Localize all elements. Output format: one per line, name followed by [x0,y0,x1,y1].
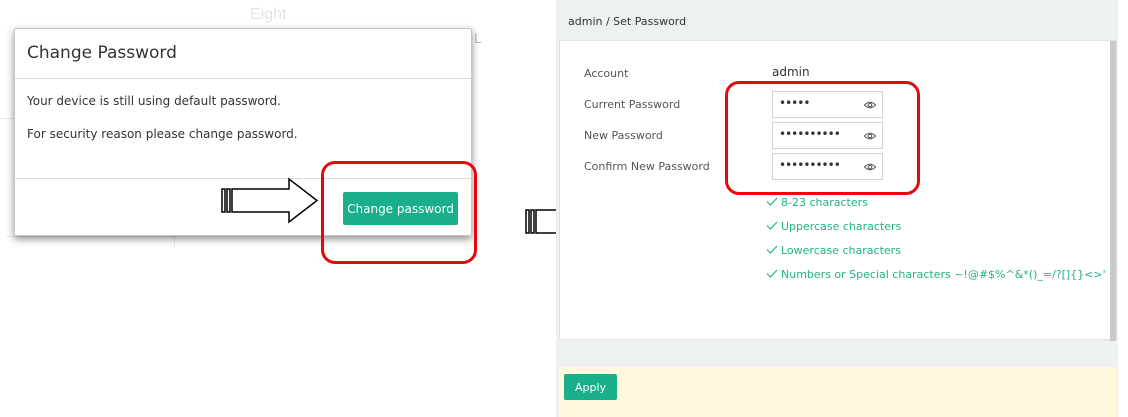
password-rule-text: Uppercase characters [781,220,902,233]
password-rule-text: Numbers or Special characters ~!@#$%^&*(… [781,268,1106,281]
arrow-right-icon [221,177,319,224]
apply-bar: Apply [559,367,1117,417]
dialog-title: Change Password [27,43,177,63]
highlight-box [321,161,477,264]
dialog-message: Your device is still using default passw… [27,94,281,108]
confirm-password-label: Confirm New Password [584,160,710,173]
password-rule: Uppercase characters [766,220,901,233]
scrollbar[interactable] [1110,41,1116,341]
apply-button[interactable]: Apply [564,374,617,400]
check-icon [766,269,778,278]
breadcrumb: admin / Set Password [568,15,687,28]
background-divider [6,236,176,237]
scrollbar-thumb[interactable] [1110,41,1116,341]
background-ghost-text: Eight [250,6,287,23]
password-rule: Numbers or Special characters ~!@#$%^&*(… [766,268,1106,281]
new-password-label: New Password [584,129,663,142]
dialog-message: For security reason please change passwo… [27,127,298,141]
check-icon [766,197,778,206]
background-divider [174,236,175,248]
set-password-panel: admin / Set Password Account admin Curre… [556,0,1118,417]
password-rule-text: 8-23 characters [781,196,868,209]
highlight-box [725,81,920,195]
current-password-label: Current Password [584,98,681,111]
account-label: Account [584,67,629,80]
background-divider [0,118,14,119]
check-icon [766,245,778,254]
password-rule-text: Lowercase characters [781,244,901,257]
background-ghost-mark: L [474,30,482,46]
password-rule: Lowercase characters [766,244,901,257]
dialog-header: Change Password [15,29,471,79]
password-rule: 8-23 characters [766,196,868,209]
account-value: admin [772,65,810,79]
check-icon [766,221,778,230]
